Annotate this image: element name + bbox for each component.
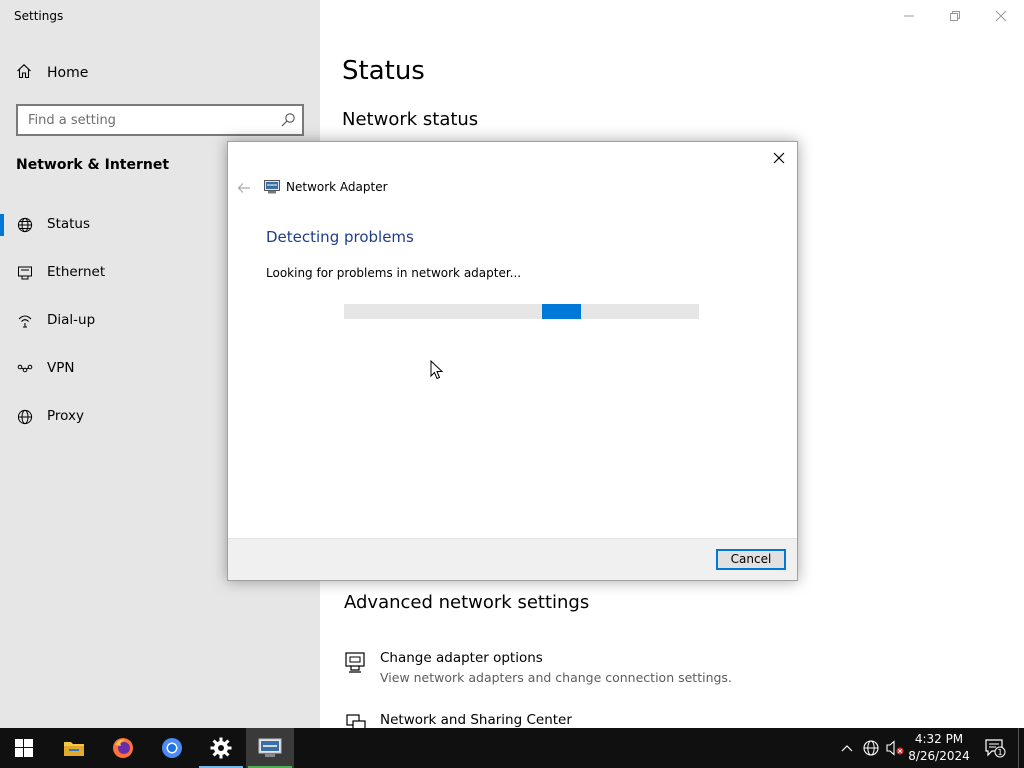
show-desktop-button[interactable]	[1018, 728, 1024, 768]
selection-indicator	[0, 214, 4, 236]
sidebar-item-label: Dial-up	[47, 312, 96, 328]
action-center-button[interactable]: 1	[980, 728, 1010, 768]
minimize-button[interactable]	[886, 0, 932, 32]
vpn-icon	[16, 360, 34, 378]
home-icon	[16, 63, 32, 83]
section-title: Network & Internet	[16, 157, 170, 173]
page-title: Status	[342, 56, 425, 86]
restore-icon	[950, 11, 960, 21]
mouse-cursor-icon	[430, 360, 444, 380]
taskbar-network-troubleshooter[interactable]	[246, 728, 294, 768]
advanced-settings-heading: Advanced network settings	[344, 592, 590, 613]
progress-indicator	[541, 304, 581, 319]
troubleshooter-dialog: Network Adapter Detecting problems Looki…	[227, 141, 798, 581]
folder-icon	[64, 742, 84, 756]
dialog-app-name: Network Adapter	[286, 180, 388, 194]
chevron-up-icon	[841, 745, 853, 752]
network-globe-icon	[863, 740, 879, 756]
taskbar: 4:32 PM 8/26/2024 1	[0, 728, 1024, 768]
network-tray-button[interactable]	[861, 738, 881, 758]
close-icon	[995, 10, 1007, 22]
volume-muted-icon	[886, 740, 904, 756]
close-icon	[773, 152, 785, 164]
taskbar-file-explorer[interactable]	[50, 728, 98, 768]
show-hidden-icons-button[interactable]	[837, 738, 857, 758]
sidebar-item-label: Ethernet	[47, 264, 106, 280]
notification-icon: 1	[985, 739, 1006, 758]
window-controls	[886, 0, 1024, 32]
clock[interactable]: 4:32 PM 8/26/2024	[906, 731, 972, 765]
dialog-footer: Cancel	[228, 538, 797, 580]
search-icon[interactable]	[280, 112, 296, 132]
start-button[interactable]	[0, 728, 48, 768]
chromium-icon	[162, 738, 182, 758]
volume-tray-button[interactable]	[885, 738, 905, 758]
search-box[interactable]	[16, 104, 304, 136]
change-adapter-options-label: Change adapter options	[380, 650, 543, 666]
restore-button[interactable]	[932, 0, 978, 32]
sharing-center-icon	[344, 712, 368, 728]
gear-icon	[210, 737, 232, 759]
network-sharing-center-link[interactable]: Network and Sharing Center	[344, 712, 724, 728]
windows-logo-icon	[15, 739, 33, 757]
sidebar-item-label: Proxy	[47, 408, 84, 424]
dialup-icon	[16, 312, 34, 330]
dialog-heading: Detecting problems	[266, 228, 414, 246]
minimize-icon	[904, 15, 914, 17]
search-input[interactable]	[18, 106, 268, 134]
clock-time: 4:32 PM	[914, 732, 964, 746]
sidebar-item-label: Status	[47, 216, 91, 232]
back-arrow-icon	[237, 183, 250, 193]
taskbar-settings[interactable]	[197, 728, 245, 768]
home-label: Home	[47, 65, 89, 81]
change-adapter-options-link[interactable]: Change adapter options View network adap…	[344, 650, 732, 690]
globe-icon	[16, 408, 34, 426]
ethernet-icon	[16, 264, 34, 282]
app-title: Settings	[14, 9, 64, 23]
close-button[interactable]	[978, 0, 1024, 32]
back-button[interactable]	[236, 180, 252, 196]
notification-count: 1	[997, 748, 1002, 757]
network-adapter-icon	[258, 738, 282, 757]
network-status-heading: Network status	[342, 109, 479, 130]
change-adapter-options-description: View network adapters and change connect…	[380, 670, 732, 685]
firefox-icon	[113, 738, 133, 758]
cancel-button[interactable]: Cancel	[716, 549, 786, 570]
network-adapter-icon	[264, 179, 280, 194]
dialog-message: Looking for problems in network adapter.…	[266, 266, 522, 280]
home-network-icon	[16, 216, 34, 234]
taskbar-firefox[interactable]	[99, 728, 147, 768]
adapter-monitor-icon	[344, 650, 368, 674]
network-sharing-center-label: Network and Sharing Center	[380, 712, 572, 728]
dialog-close-button[interactable]	[769, 148, 789, 168]
taskbar-chromium[interactable]	[148, 728, 196, 768]
sidebar-item-home[interactable]: Home	[16, 62, 88, 84]
progress-bar	[344, 304, 699, 319]
clock-date: 8/26/2024	[908, 749, 970, 763]
sidebar-item-label: VPN	[47, 360, 75, 376]
